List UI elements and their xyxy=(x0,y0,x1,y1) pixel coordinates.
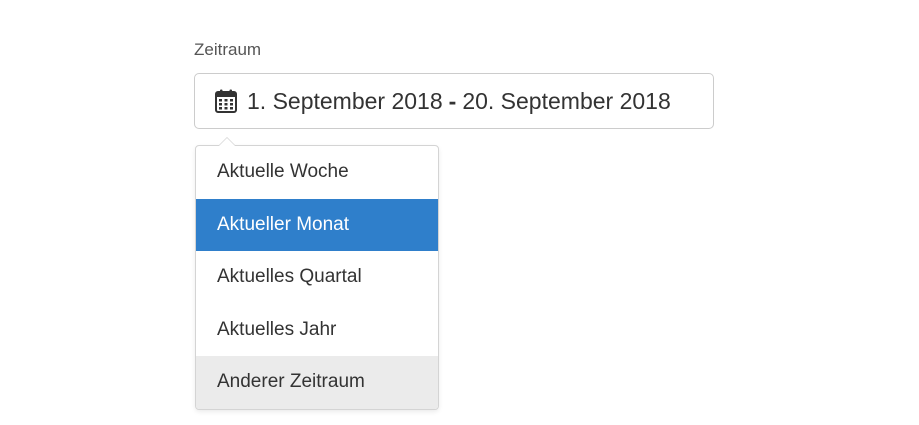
menu-item-current-week[interactable]: Aktuelle Woche xyxy=(196,146,438,199)
range-start-date: 1. September 2018 xyxy=(247,87,443,114)
field-label: Zeitraum xyxy=(194,40,262,59)
menu-item-custom-range[interactable]: Anderer Zeitraum xyxy=(196,356,438,409)
calendar-icon xyxy=(215,88,241,114)
menu-item-current-year[interactable]: Aktuelles Jahr xyxy=(196,304,438,357)
menu-item-current-month[interactable]: Aktueller Monat xyxy=(196,198,438,251)
menu-item-current-quarter[interactable]: Aktuelles Quartal xyxy=(196,251,438,304)
date-range-input[interactable]: 1. September 2018 - 20. September 2018 xyxy=(194,73,714,129)
date-range-picker: Zeitraum 1. September 2018 - 20. Septemb… xyxy=(0,0,919,425)
range-separator: - xyxy=(448,87,457,114)
range-end-date: 20. September 2018 xyxy=(462,87,671,114)
range-preset-menu: Aktuelle Woche Aktueller Monat Aktuelles… xyxy=(195,137,439,410)
menu-caret-inner xyxy=(219,138,235,146)
